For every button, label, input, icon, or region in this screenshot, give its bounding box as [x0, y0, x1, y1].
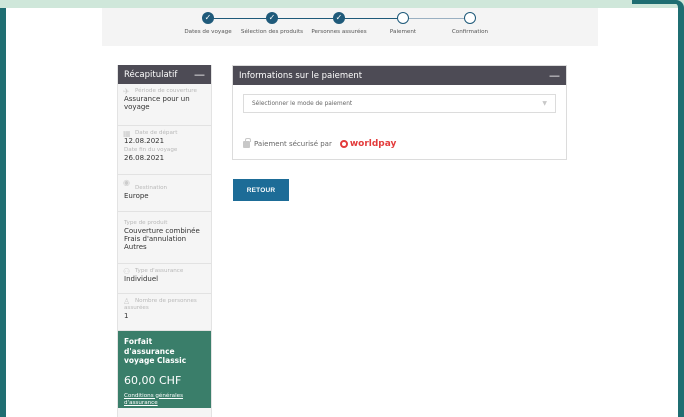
collapse-icon[interactable]: —: [549, 70, 560, 81]
progress-stepper: ✓ ✓ ✓ Dates de voyage Sélection des prod…: [102, 8, 598, 46]
plan-name: Forfait d'assurance voyage Classic: [124, 337, 187, 365]
globe-icon: ◉: [123, 178, 130, 187]
frame-right-border: [678, 8, 684, 417]
worldpay-swirl-icon: [339, 140, 348, 148]
calendar-icon: ▦: [123, 129, 131, 138]
persons-value: 1: [124, 312, 129, 320]
insurance-type-label: Type d'assurance: [135, 268, 184, 274]
step-label-products[interactable]: Sélection des produits: [241, 29, 303, 35]
summary-title: Récapitulatif: [124, 69, 178, 80]
end-date-value: 26.08.2021: [124, 154, 165, 162]
summary-header: Récapitulatif —: [118, 65, 211, 84]
start-date-value: 12.08.2021: [124, 137, 165, 145]
summary-insurance-type: ⚇ Type d'assurance Individuel: [118, 264, 211, 294]
step-done-check-icon: ✓: [333, 12, 345, 24]
price-box: Forfait d'assurance voyage Classic 60,00…: [118, 331, 211, 408]
step-current-circle-icon: [397, 12, 409, 24]
insurance-type-value: Individuel: [124, 275, 159, 283]
summary-product: Type de produit Couverture combinée Frai…: [118, 212, 211, 264]
secure-text: Paiement sécurisé par: [254, 140, 332, 148]
terms-link[interactable]: Conditions générales d'assurance: [124, 393, 205, 407]
frame-left-border: [0, 8, 6, 417]
step-done-check-icon: ✓: [202, 12, 214, 24]
people-icon: ⚇: [123, 267, 131, 276]
chevron-down-icon: ▼: [542, 100, 547, 107]
destination-label: Destination: [135, 185, 168, 191]
step-pending-circle-icon: [464, 12, 476, 24]
frame-top-band: [0, 0, 684, 8]
end-date-label: Date fin du voyage: [124, 147, 178, 153]
destination-value: Europe: [124, 192, 149, 200]
summary-destination: ◉ Destination Europe: [118, 175, 211, 212]
secure-payment-note: Paiement sécurisé par worldpay: [243, 137, 397, 149]
step-connector: [272, 18, 339, 19]
payment-panel: Informations sur le paiement — Sélection…: [232, 65, 567, 160]
summary-dates: ▦ Date de départ 12.08.2021 Date fin du …: [118, 126, 211, 175]
coverage-label: Période de couverture: [135, 88, 197, 94]
step-label-persons[interactable]: Personnes assurées: [311, 29, 366, 35]
person-icon: ♙: [123, 297, 131, 306]
step-label-dates[interactable]: Dates de voyage: [184, 29, 231, 35]
step-label-payment: Paiement: [389, 29, 417, 35]
collapse-icon[interactable]: —: [194, 69, 205, 80]
product-label: Type de produit: [124, 220, 168, 226]
step-connector: [339, 18, 403, 19]
frame-corner: [632, 0, 684, 12]
step-connector: [208, 18, 272, 19]
step-connector: [403, 18, 470, 19]
back-button[interactable]: RETOUR: [233, 179, 289, 201]
plane-icon: ✈: [123, 87, 130, 96]
payment-method-placeholder: Sélectionner le mode de paiement: [252, 100, 353, 107]
lock-icon: [243, 137, 251, 148]
step-label-confirmation: Confirmation: [451, 29, 489, 35]
product-value: Couverture combinée Frais d'annulation A…: [124, 227, 200, 251]
plan-price: 60,00 CHF: [124, 373, 182, 387]
step-done-check-icon: ✓: [266, 12, 278, 24]
summary-coverage: ✈ Période de couverture Assurance pour u…: [118, 84, 211, 126]
summary-sidebar: Récapitulatif — ✈ Période de couverture …: [117, 65, 212, 417]
start-date-label: Date de départ: [135, 130, 178, 136]
payment-title: Informations sur le paiement: [239, 70, 363, 81]
coverage-value: Assurance pour un voyage: [124, 95, 190, 111]
persons-label: Nombre de personnes assurées: [124, 298, 197, 311]
payment-method-select[interactable]: Sélectionner le mode de paiement ▼: [243, 94, 556, 113]
summary-persons: ♙ Nombre de personnes assurées 1: [118, 294, 211, 331]
worldpay-logo: worldpay: [339, 139, 397, 149]
worldpay-wordmark: worldpay: [349, 139, 397, 149]
payment-header: Informations sur le paiement —: [233, 66, 566, 85]
